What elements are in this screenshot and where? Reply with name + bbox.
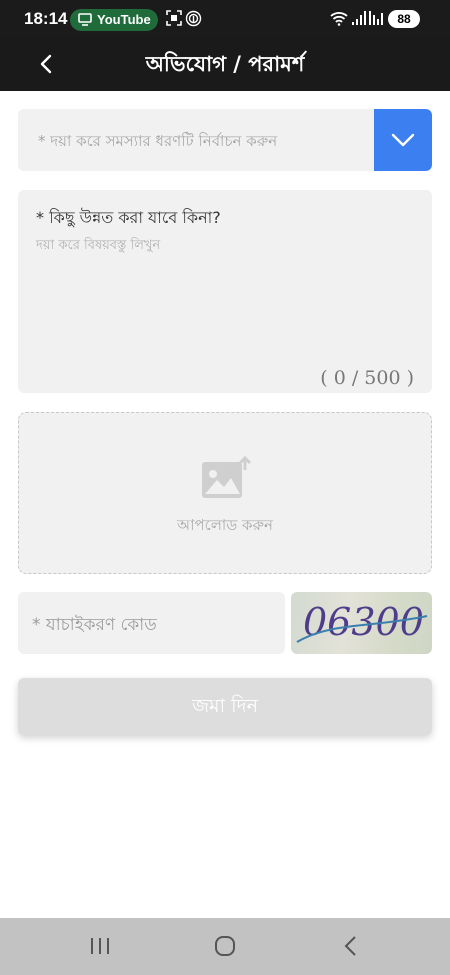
captcha-code-text: 06300 (303, 600, 424, 644)
chevron-down-icon (391, 133, 415, 147)
wifi-icon (330, 12, 348, 26)
tv-icon (78, 13, 92, 26)
system-nav-bar (0, 918, 450, 975)
details-placeholder: দয়া করে বিষয়বস্তু লিখুন (36, 238, 161, 253)
back-nav-icon[interactable] (340, 934, 362, 958)
page-title: অভিযোগ / পরামর্শ (145, 52, 305, 76)
battery-indicator: 88 (388, 10, 420, 28)
character-counter: ( 0 / 500 ) (320, 367, 414, 389)
image-upload-area[interactable]: আপলোড করুন (18, 412, 432, 574)
fingerprint-icon (185, 10, 202, 27)
app-bar: অভিযোগ / পরামর্শ (0, 38, 450, 91)
recent-apps-icon[interactable] (89, 934, 111, 958)
verification-code-placeholder: * যাচাইকরণ কোড (32, 615, 157, 635)
submit-button[interactable]: জমা দিন (18, 678, 432, 735)
youtube-pill[interactable]: YouTube (70, 9, 158, 31)
captcha-graphic: 06300 (296, 600, 428, 644)
signal-icon-2 (369, 11, 383, 25)
captcha-image[interactable]: 06300 (291, 592, 432, 654)
home-icon[interactable] (213, 934, 237, 958)
upload-label: আপলোড করুন (177, 516, 273, 534)
status-bar: 18:14 YouTube 88 (0, 0, 450, 38)
issue-type-placeholder: * দয়া করে সমস্যার ধরণটি নির্বাচন করুন (38, 132, 278, 150)
youtube-label: YouTube (97, 12, 151, 27)
signal-icon-1 (352, 11, 366, 25)
screenshot-icon (166, 10, 182, 26)
status-time: 18:14 (24, 9, 68, 28)
details-textarea[interactable]: * কিছু উন্নত করা যাবে কিনা? দয়া করে বিষ… (18, 190, 432, 393)
dropdown-button[interactable] (374, 109, 432, 171)
image-upload-icon (202, 456, 251, 498)
details-label: * কিছু উন্নত করা যাবে কিনা? (36, 208, 221, 227)
verification-code-input[interactable]: * যাচাইকরণ কোড (18, 592, 285, 654)
issue-type-select[interactable]: * দয়া করে সমস্যার ধরণটি নির্বাচন করুন (18, 109, 432, 171)
